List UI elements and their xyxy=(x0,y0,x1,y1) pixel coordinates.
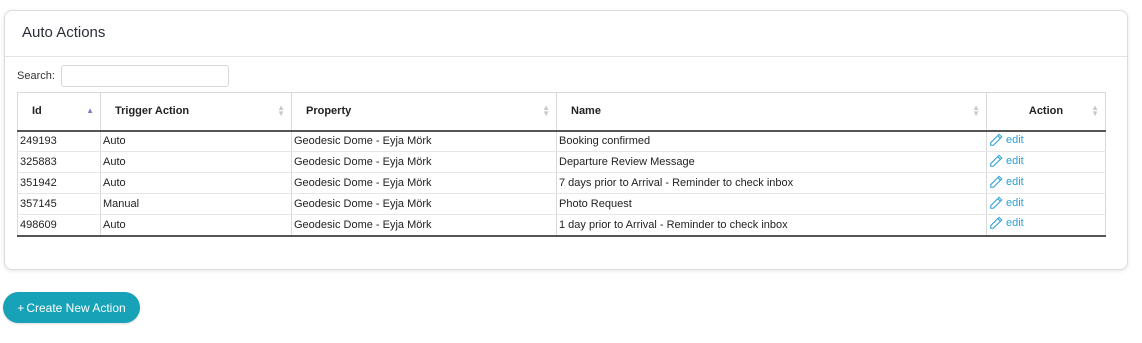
table-row: 498609 Auto Geodesic Dome - Eyja Mörk 1 … xyxy=(17,214,1106,237)
search-label: Search: xyxy=(17,70,55,82)
edit-link-label: edit xyxy=(1006,217,1024,230)
column-header-trigger-action[interactable]: Trigger Action ▲ ▼ xyxy=(100,92,292,132)
column-header-id[interactable]: Id ▲ xyxy=(17,92,101,132)
cell-property: Geodesic Dome - Eyja Mörk xyxy=(291,130,557,152)
edit-link[interactable]: edit xyxy=(989,175,1024,189)
table-row: 249193 Auto Geodesic Dome - Eyja Mörk Bo… xyxy=(17,130,1106,152)
table-row: 325883 Auto Geodesic Dome - Eyja Mörk De… xyxy=(17,151,1106,173)
edit-link-label: edit xyxy=(1006,196,1024,209)
edit-link[interactable]: edit xyxy=(989,216,1024,230)
sort-icon: ▲ ▼ xyxy=(542,103,550,119)
plus-icon: + xyxy=(17,300,25,315)
cell-name: Departure Review Message xyxy=(556,151,987,173)
cell-action: edit xyxy=(986,151,1106,173)
edit-link[interactable]: edit xyxy=(989,154,1024,168)
cell-action: edit xyxy=(986,214,1106,237)
cell-property: Geodesic Dome - Eyja Mörk xyxy=(291,193,557,215)
edit-link[interactable]: edit xyxy=(989,133,1024,147)
cell-action: edit xyxy=(986,172,1106,194)
sort-ascending-icon: ▲ xyxy=(86,106,94,116)
cell-trigger-action: Auto xyxy=(100,172,292,194)
cell-id: 357145 xyxy=(17,193,101,215)
column-header-label: Property xyxy=(306,105,352,118)
column-header-label: Trigger Action xyxy=(115,105,190,118)
cell-name: 1 day prior to Arrival - Reminder to che… xyxy=(556,214,987,237)
column-header-property[interactable]: Property ▲ ▼ xyxy=(291,92,557,132)
sort-icon: ▲ ▼ xyxy=(972,103,980,119)
table-row: 357145 Manual Geodesic Dome - Eyja Mörk … xyxy=(17,193,1106,215)
pencil-icon xyxy=(990,154,1003,167)
cell-action: edit xyxy=(986,130,1106,152)
search-row: Search: xyxy=(17,65,229,87)
cell-property: Geodesic Dome - Eyja Mörk xyxy=(291,151,557,173)
column-header-label: Id xyxy=(32,105,42,118)
cell-id: 325883 xyxy=(17,151,101,173)
edit-link-label: edit xyxy=(1006,133,1024,146)
cell-id: 249193 xyxy=(17,130,101,152)
edit-link-label: edit xyxy=(1006,154,1024,167)
cell-trigger-action: Auto xyxy=(100,130,292,152)
create-new-action-label: Create New Action xyxy=(26,300,126,315)
cell-name: Booking confirmed xyxy=(556,130,987,152)
pencil-icon xyxy=(990,196,1003,209)
sort-icon: ▲ ▼ xyxy=(1091,103,1099,119)
cell-action: edit xyxy=(986,193,1106,215)
sort-icon: ▲ ▼ xyxy=(277,103,285,119)
cell-name: Photo Request xyxy=(556,193,987,215)
panel-title: Auto Actions xyxy=(22,24,106,41)
cell-name: 7 days prior to Arrival - Reminder to ch… xyxy=(556,172,987,194)
cell-id: 498609 xyxy=(17,214,101,237)
create-new-action-button[interactable]: + Create New Action xyxy=(3,292,140,323)
cell-property: Geodesic Dome - Eyja Mörk xyxy=(291,214,557,237)
column-header-name[interactable]: Name ▲ ▼ xyxy=(556,92,987,132)
column-header-action[interactable]: Action ▲ ▼ xyxy=(986,92,1106,132)
auto-actions-table: Id ▲ Trigger Action ▲ ▼ Property ▲ ▼ Name … xyxy=(17,92,1106,237)
column-header-label: Name xyxy=(571,105,601,118)
column-header-label: Action xyxy=(1028,105,1064,118)
edit-link-label: edit xyxy=(1006,175,1024,188)
panel-header: Auto Actions xyxy=(5,11,1127,57)
cell-property: Geodesic Dome - Eyja Mörk xyxy=(291,172,557,194)
table-header-row: Id ▲ Trigger Action ▲ ▼ Property ▲ ▼ Name … xyxy=(17,92,1106,132)
cell-trigger-action: Auto xyxy=(100,151,292,173)
pencil-icon xyxy=(990,175,1003,188)
table-row: 351942 Auto Geodesic Dome - Eyja Mörk 7 … xyxy=(17,172,1106,194)
search-input[interactable] xyxy=(60,65,229,87)
cell-trigger-action: Manual xyxy=(100,193,292,215)
pencil-icon xyxy=(990,216,1003,230)
cell-trigger-action: Auto xyxy=(100,214,292,237)
pencil-icon xyxy=(990,133,1003,146)
edit-link[interactable]: edit xyxy=(989,196,1024,210)
cell-id: 351942 xyxy=(17,172,101,194)
